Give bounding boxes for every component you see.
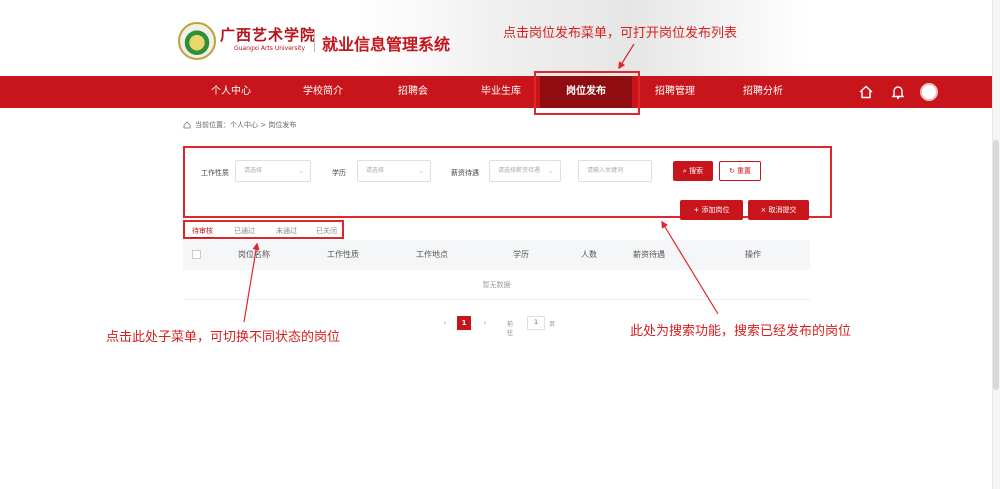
status-tabs: 待审核 已通过 未通过 已关闭 (183, 220, 344, 239)
home-icon[interactable] (858, 84, 874, 100)
active-tab-indicator (191, 237, 213, 238)
table-empty-state: 暂无数据 (183, 270, 810, 300)
reset-button-label: 重置 (737, 167, 752, 175)
col-location: 工作地点 (416, 250, 448, 259)
refresh-icon: ↻ (728, 167, 735, 175)
cancel-submit-button[interactable]: × 取消提交 (748, 200, 809, 220)
annotation-right: 此处为搜索功能，搜索已经发布的岗位 (630, 324, 852, 339)
search-icon: ⌕ (682, 167, 687, 175)
app-window: 广西艺术学院 Guangxi Arts University 就业信息管理系统 … (0, 0, 1000, 489)
college-name-cn: 广西艺术学院 (220, 26, 317, 44)
avatar[interactable] (920, 83, 938, 101)
education-label: 学历 (332, 169, 346, 177)
select-all-checkbox[interactable] (192, 250, 201, 259)
logo-divider (314, 30, 315, 52)
salary-placeholder: 请选择薪资待遇 (498, 167, 541, 174)
col-job-name: 岗位名称 (238, 250, 270, 259)
annotation-left: 点击此处子菜单，可切换不同状态的岗位 (106, 330, 341, 345)
annotation-top: 点击岗位发布菜单，可打开岗位发布列表 (503, 26, 738, 41)
keyword-placeholder: 请输入关键词 (587, 167, 624, 174)
table-header: 岗位名称 工作性质 工作地点 学历 人数 薪资待遇 操作 (183, 240, 810, 270)
goto-page-input[interactable]: 1 (527, 316, 545, 330)
breadcrumb: 当前位置：个人中心 > 岗位发布 (183, 120, 296, 130)
nav-item-graduate-pool[interactable]: 毕业生库 (456, 76, 546, 108)
main-nav: 个人中心 学校简介 招聘会 毕业生库 岗位发布 招聘管理 招聘分析 (0, 76, 1000, 108)
col-job-type: 工作性质 (327, 250, 359, 259)
bell-icon[interactable] (890, 84, 906, 100)
next-page-icon[interactable]: › (479, 316, 491, 330)
salary-label: 薪资待遇 (451, 169, 479, 177)
chevron-down-icon: ⌄ (548, 167, 554, 175)
education-select[interactable]: 请选择 ⌄ (357, 160, 431, 182)
col-headcount: 人数 (581, 250, 597, 259)
chevron-down-icon: ⌄ (418, 167, 424, 175)
scrollbar-thumb[interactable] (993, 140, 999, 390)
nav-item-personal-center[interactable]: 个人中心 (186, 76, 276, 108)
prev-page-icon[interactable]: ‹ (439, 316, 451, 330)
page-number-current[interactable]: 1 (457, 316, 471, 330)
nav-item-recruit-manage[interactable]: 招聘管理 (630, 76, 720, 108)
tab-pending[interactable]: 待审核 (192, 226, 213, 236)
tab-approved[interactable]: 已通过 (234, 226, 255, 236)
tab-rejected[interactable]: 未通过 (276, 226, 297, 236)
breadcrumb-home-icon (183, 121, 191, 129)
add-job-button[interactable]: + 添加岗位 (680, 200, 743, 220)
header: 广西艺术学院 Guangxi Arts University 就业信息管理系统 (0, 0, 1000, 76)
search-button[interactable]: ⌕ 搜索 (673, 161, 713, 181)
goto-label: 前往 (507, 321, 514, 337)
chevron-down-icon: ⌄ (298, 167, 304, 175)
col-education: 学历 (513, 250, 529, 259)
nav-item-job-fair[interactable]: 招聘会 (368, 76, 458, 108)
salary-select[interactable]: 请选择薪资待遇 ⌄ (489, 160, 561, 182)
job-type-select[interactable]: 请选择 ⌄ (235, 160, 311, 182)
tab-closed[interactable]: 已关闭 (316, 226, 337, 236)
search-panel: 工作性质 请选择 ⌄ 学历 请选择 ⌄ 薪资待遇 请选择薪资待遇 ⌄ 请输入关键… (183, 146, 832, 220)
col-salary[interactable]: 薪资待遇 (633, 249, 665, 260)
college-name-en: Guangxi Arts University (234, 45, 306, 52)
breadcrumb-text: 当前位置：个人中心 > 岗位发布 (195, 121, 297, 129)
nav-item-school-intro[interactable]: 学校简介 (278, 76, 368, 108)
keyword-input[interactable]: 请输入关键词 (578, 160, 652, 182)
page-suffix: 页 (549, 321, 556, 328)
reset-button[interactable]: ↻ 重置 (719, 161, 761, 181)
nav-highlight-frame (534, 71, 640, 115)
system-title: 就业信息管理系统 (322, 35, 451, 54)
job-type-placeholder: 请选择 (244, 167, 263, 174)
college-seal-logo (178, 22, 216, 60)
education-placeholder: 请选择 (366, 167, 385, 174)
col-actions: 操作 (745, 250, 761, 259)
nav-item-recruit-analysis[interactable]: 招聘分析 (718, 76, 808, 108)
search-button-label: 搜索 (689, 167, 704, 175)
job-type-label: 工作性质 (201, 169, 229, 177)
